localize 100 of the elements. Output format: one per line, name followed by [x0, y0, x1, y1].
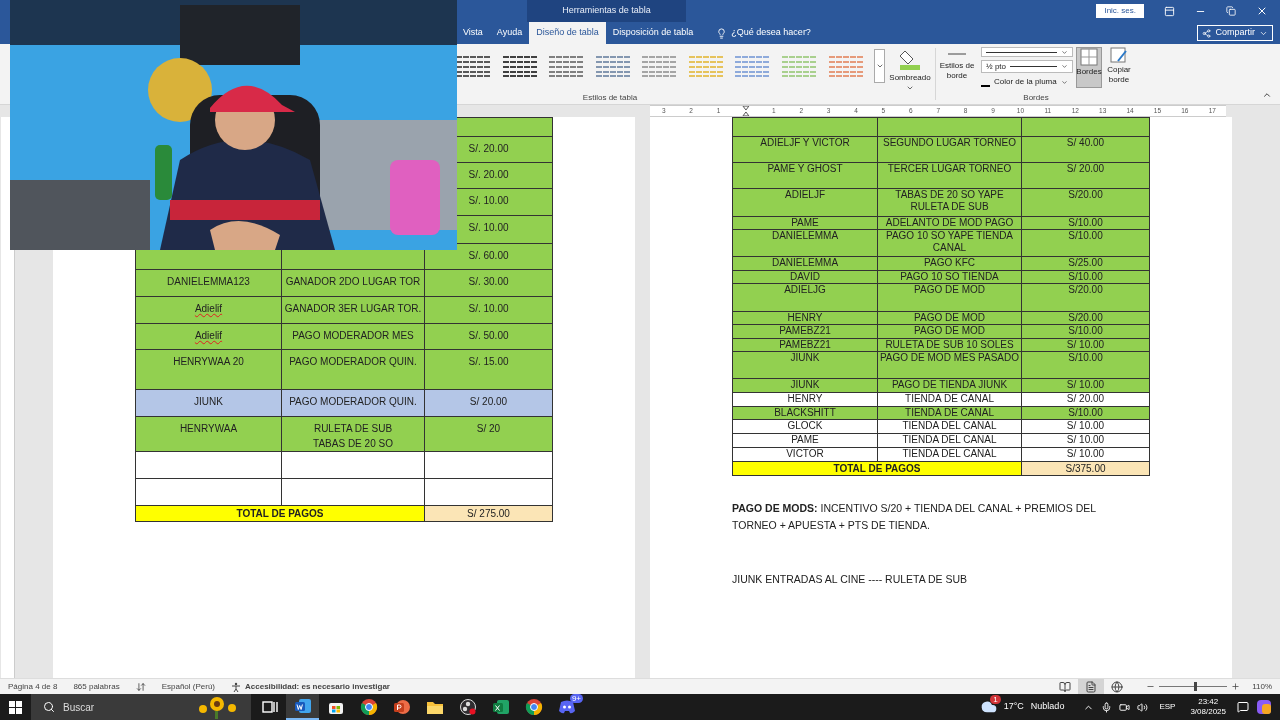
- border-painter-button[interactable]: Copiar borde: [1105, 65, 1133, 85]
- zoom-level[interactable]: 110%: [1244, 680, 1272, 693]
- share-icon: [1202, 28, 1212, 38]
- borders-icon: [1080, 48, 1098, 66]
- table-cell: S/ 20.00: [1021, 392, 1150, 407]
- copilot-icon[interactable]: [1256, 699, 1272, 715]
- context-tab-label: Herramientas de tabla: [527, 0, 686, 22]
- ribbon-tab[interactable]: Vista: [456, 22, 490, 44]
- clock[interactable]: 23:42 3/08/2025: [1186, 697, 1230, 717]
- ribbon-display-icon[interactable]: [1164, 5, 1175, 17]
- tell-me-field[interactable]: ¿Qué desea hacer?: [731, 26, 811, 40]
- table-cell: PAME: [732, 216, 878, 230]
- ribbon-tab[interactable]: Diseño de tabla: [529, 22, 606, 44]
- zoom-slider-thumb[interactable]: [1194, 682, 1198, 691]
- microphone-icon[interactable]: [1101, 701, 1113, 713]
- table-cell: S/ 20.00: [1021, 162, 1150, 189]
- collapse-ribbon-icon[interactable]: [1262, 90, 1272, 100]
- restore-icon[interactable]: [1226, 6, 1236, 16]
- page-count[interactable]: Página 4 de 8: [8, 680, 58, 693]
- search-field[interactable]: Buscar: [31, 694, 251, 720]
- table-cell: ADIELJG: [732, 283, 878, 312]
- weather-label[interactable]: Nublado: [1030, 700, 1077, 714]
- caret-icon: [906, 84, 914, 92]
- table-cell: S/20.00: [1021, 311, 1150, 325]
- table-cell: PAGO MODERADOR QUIN.: [281, 349, 425, 390]
- paragraph: PAGO DE MODS: INCENTIVO S/20 + TIENDA DEL CANAL + PREMIOS DEL TORNEO + APUESTA + PTS DE TIENDA.: [732, 501, 1097, 533]
- ribbon-tab[interactable]: Ayuda: [489, 22, 530, 44]
- search-icon: [43, 701, 55, 713]
- web-layout-icon: [1111, 680, 1124, 693]
- pen-color-button[interactable]: Color de la pluma: [981, 76, 1073, 88]
- table-cell: PAGO MODERADOR QUIN.: [281, 389, 425, 417]
- zoom-in-icon[interactable]: [1231, 682, 1241, 691]
- proofing-icon[interactable]: [135, 681, 146, 692]
- table-cell: S/. 15.00: [424, 349, 553, 390]
- table-cell: S/ 40.00: [1021, 136, 1150, 163]
- temperature[interactable]: 17°C: [1003, 700, 1024, 714]
- table-cell: S/. 30.00: [424, 269, 553, 297]
- table-cell: RULETA DE SUB 10 SOLES: [877, 338, 1022, 352]
- table-cell: JIUNK: [732, 378, 878, 393]
- table-cell: S/ 20: [424, 416, 553, 452]
- table-cell: S/20.00: [1021, 283, 1150, 312]
- view-button[interactable]: [1078, 679, 1105, 694]
- sign-in-button[interactable]: Inic. ses.: [1096, 4, 1144, 18]
- taskbar-app[interactable]: 9+: [550, 694, 583, 720]
- input-language[interactable]: ESP: [1155, 701, 1180, 713]
- table-cell: PAME: [732, 433, 878, 448]
- line-style-dropdown[interactable]: [981, 47, 1073, 57]
- paint-bucket-icon[interactable]: [898, 48, 922, 70]
- table-cell: S/10.00: [1021, 229, 1150, 257]
- table-cell: PAGO DE MOD: [877, 324, 1022, 339]
- table-cell: S/20.00: [1021, 188, 1150, 217]
- table-cell: PAGO DE MOD: [877, 283, 1022, 312]
- line-weight-dropdown[interactable]: ½ pto: [981, 60, 1073, 73]
- table-cell: S/10.00: [1021, 324, 1150, 339]
- close-icon[interactable]: [1256, 5, 1268, 17]
- table-cell: HENRY: [732, 392, 878, 407]
- table-cell: DANIELEMMA123: [135, 269, 282, 297]
- table-cell: PAGO 10 SO YAPE TIENDA CANAL: [877, 229, 1022, 257]
- word-count[interactable]: 865 palabras: [73, 680, 120, 693]
- table-cell: PAGO DE MOD: [877, 311, 1022, 325]
- table-cell: Adielif: [135, 296, 282, 324]
- notifications-icon[interactable]: [1237, 701, 1249, 713]
- language-label[interactable]: Español (Perú): [161, 680, 215, 693]
- camera-icon[interactable]: [1119, 701, 1131, 713]
- windows-icon[interactable]: [9, 700, 22, 714]
- table-cell: PAGO DE TIENDA JIUNK: [877, 378, 1022, 393]
- table-cell: PAGO DE MOD MES PASADO: [877, 351, 1022, 379]
- table-cell: TIENDA DE CANAL: [877, 406, 1022, 420]
- shading-button[interactable]: Sombreado: [889, 70, 931, 84]
- table-cell: DAVID: [732, 270, 878, 284]
- table-cell: S/ 10.00: [1021, 433, 1150, 448]
- folder-icon: [425, 699, 444, 715]
- table-cell: PAGO MODERADOR MES: [281, 323, 425, 350]
- table-cell: ADELANTO DE MOD PAGO: [877, 216, 1022, 230]
- speaker-icon[interactable]: [1137, 701, 1149, 713]
- ribbon-tab[interactable]: Disposición de tabla: [605, 22, 701, 44]
- excel-icon: [491, 698, 510, 716]
- table-cell: ADIELJF: [732, 188, 878, 217]
- table-cell: PAMEBZ21: [732, 324, 878, 339]
- notification-badge: 1: [990, 695, 1001, 704]
- table-cell: S/ 10.00: [1021, 338, 1150, 352]
- cloud-icon[interactable]: [980, 699, 997, 715]
- table-cell: S/10.00: [1021, 270, 1150, 284]
- table-cell: S/10.00: [1021, 216, 1150, 230]
- notification-badge: 9+: [569, 694, 583, 703]
- share-button[interactable]: Compartir: [1197, 25, 1273, 41]
- accessibility-icon[interactable]: [231, 681, 241, 692]
- table-cell: HENRYWAA 20: [135, 349, 282, 390]
- table-cell: BLACKSHITT: [732, 406, 878, 420]
- table-cell: S/10.00: [1021, 351, 1150, 379]
- table-cell: S/ 10.00: [1021, 419, 1150, 434]
- accessibility-status[interactable]: Accesibilidad: es necesario investigar: [245, 680, 390, 693]
- indent-marker-icon[interactable]: [742, 106, 751, 116]
- table-cell: JIUNK: [135, 389, 282, 417]
- task-view-icon: [261, 699, 278, 715]
- table-cell: GANADOR 2DO LUGAR TOR: [281, 269, 425, 297]
- table-cell: GLOCK: [732, 419, 878, 434]
- table-cell: VICTOR: [732, 447, 878, 462]
- borders-button[interactable]: Bordes: [1076, 47, 1102, 88]
- border-styles-button[interactable]: Estilos de borde: [936, 61, 978, 81]
